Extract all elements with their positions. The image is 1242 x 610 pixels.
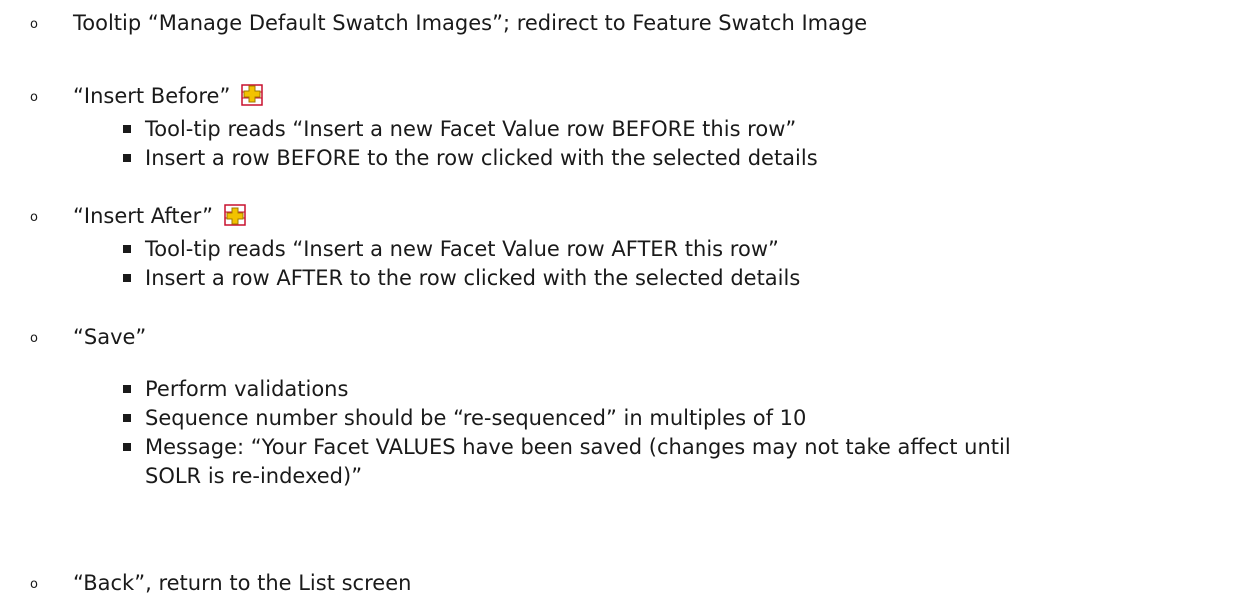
list-subitem-text: Perform validations	[145, 377, 349, 401]
list-item-text: “Insert Before”	[73, 84, 231, 108]
circle-bullet-icon: o	[30, 17, 38, 32]
list-item: “Insert Before”	[73, 83, 263, 109]
circle-bullet-icon: o	[30, 577, 38, 592]
square-bullet-icon	[123, 154, 131, 162]
square-bullet-icon	[123, 414, 131, 422]
list-subitem-text: Message: “Your Facet VALUES have been sa…	[145, 435, 1011, 459]
circle-bullet-icon: o	[30, 210, 38, 225]
square-bullet-icon	[123, 274, 131, 282]
square-bullet-icon	[123, 245, 131, 253]
list-subitem: Insert a row AFTER to the row clicked wi…	[145, 265, 800, 291]
square-bullet-icon	[123, 125, 131, 133]
list-item: “Back”, return to the List screen	[73, 570, 411, 596]
list-item-text: Tooltip “Manage Default Swatch Images”; …	[73, 11, 868, 35]
list-item: “Save”	[73, 324, 146, 350]
list-item-text: “Insert After”	[73, 204, 213, 228]
list-subitem-text: Tool-tip reads “Insert a new Facet Value…	[145, 117, 797, 141]
list-subitem-text: Insert a row BEFORE to the row clicked w…	[145, 146, 818, 170]
list-subitem-text: Insert a row AFTER to the row clicked wi…	[145, 266, 801, 290]
circle-bullet-icon: o	[30, 331, 38, 346]
list-subitem: Perform validations	[145, 376, 348, 402]
list-subitem: Message: “Your Facet VALUES have been sa…	[145, 434, 1011, 460]
list-item: “Insert After”	[73, 203, 246, 229]
list-subitem-continuation: SOLR is re-indexed)”	[145, 463, 362, 489]
square-bullet-icon	[123, 385, 131, 393]
list-subitem-text: Sequence number should be “re-sequenced”…	[145, 406, 807, 430]
square-bullet-icon	[123, 443, 131, 451]
list-subitem-text: Tool-tip reads “Insert a new Facet Value…	[145, 237, 779, 261]
list-subitem: Insert a row BEFORE to the row clicked w…	[145, 145, 818, 171]
insert-before-icon	[241, 84, 263, 106]
circle-bullet-icon: o	[30, 90, 38, 105]
list-subitem: Tool-tip reads “Insert a new Facet Value…	[145, 236, 779, 262]
list-subitem: Sequence number should be “re-sequenced”…	[145, 405, 806, 431]
list-item-text: “Save”	[73, 325, 147, 349]
list-item: Tooltip “Manage Default Swatch Images”; …	[73, 10, 867, 36]
list-subitem-text: SOLR is re-indexed)”	[145, 464, 363, 488]
list-item-text: “Back”, return to the List screen	[73, 571, 412, 595]
insert-after-icon	[223, 204, 246, 226]
list-subitem: Tool-tip reads “Insert a new Facet Value…	[145, 116, 796, 142]
